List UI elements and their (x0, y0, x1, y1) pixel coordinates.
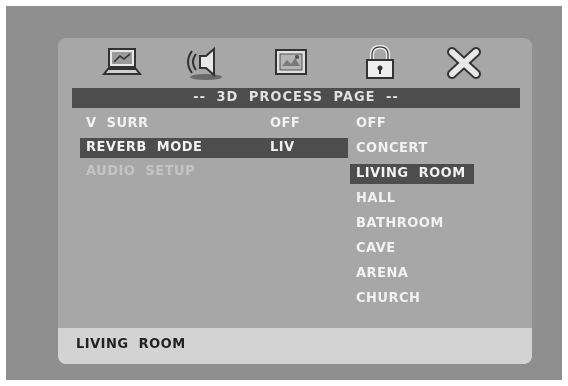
option-concert[interactable]: CONCERT (350, 139, 436, 159)
exit-icon[interactable] (442, 44, 486, 82)
menu-value-v-surr: OFF (270, 116, 301, 131)
option-off[interactable]: OFF (350, 114, 394, 134)
general-setup-icon[interactable] (100, 44, 144, 82)
option-arena[interactable]: ARENA (350, 264, 416, 284)
icon-bar (58, 38, 532, 86)
menu-item-reverb-mode[interactable]: REVERB MODE (80, 138, 348, 158)
option-bathroom[interactable]: BATHROOM (350, 214, 452, 234)
setup-menu-panel: -- 3D PROCESS PAGE -- V SURR OFF REVERB … (58, 38, 532, 364)
menu-value-reverb-mode: LIV (270, 140, 295, 155)
menu-item-audio-setup[interactable]: AUDIO SETUP (86, 162, 256, 182)
option-cave[interactable]: CAVE (350, 239, 404, 259)
menu-item-v-surr[interactable]: V SURR (86, 114, 256, 134)
option-living-room[interactable]: LIVING ROOM (350, 164, 474, 184)
video-setup-icon[interactable] (268, 44, 312, 82)
status-bar: LIVING ROOM (58, 328, 532, 364)
osd-screen: -- 3D PROCESS PAGE -- V SURR OFF REVERB … (6, 6, 562, 380)
option-church[interactable]: CHURCH (350, 289, 428, 309)
option-hall[interactable]: HALL (350, 189, 404, 209)
status-text: LIVING ROOM (76, 337, 186, 352)
lock-icon[interactable] (358, 44, 402, 82)
audio-speaker-icon[interactable] (182, 44, 226, 82)
page-title: -- 3D PROCESS PAGE -- (72, 88, 520, 108)
